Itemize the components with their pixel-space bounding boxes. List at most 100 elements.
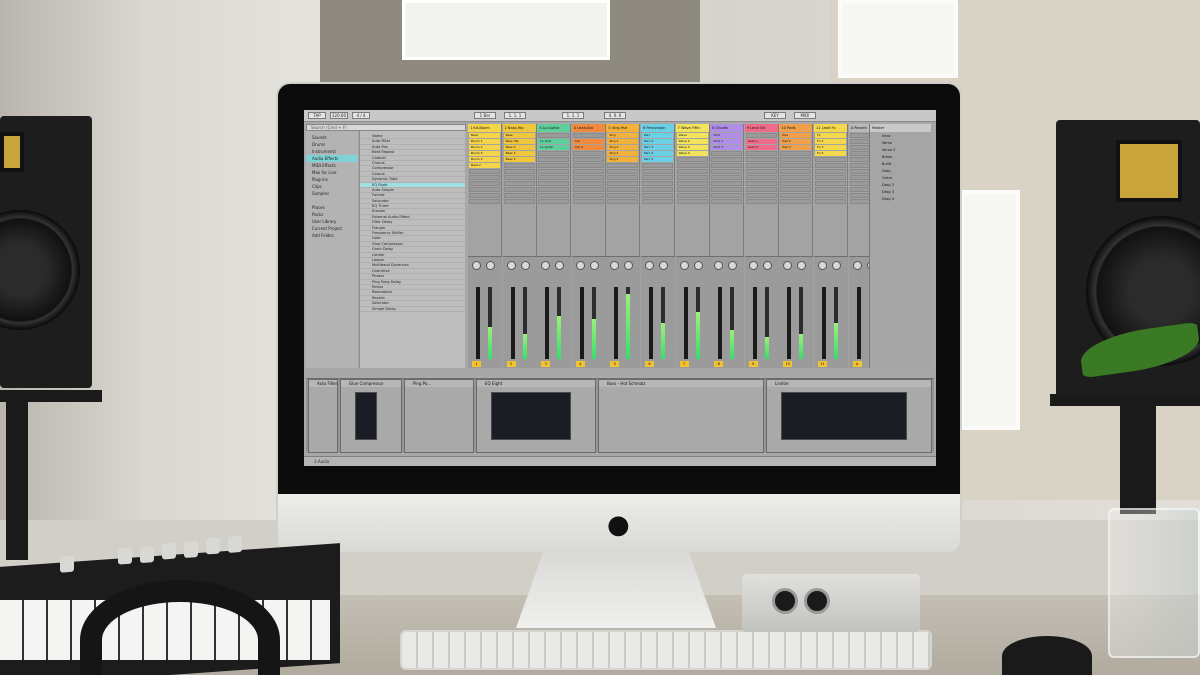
empty-clip-slot[interactable] — [572, 199, 604, 204]
volume-fader[interactable] — [683, 287, 688, 359]
empty-clip-slot[interactable] — [607, 199, 639, 204]
empty-clip-slot[interactable] — [642, 187, 673, 192]
empty-clip-slot[interactable] — [503, 181, 535, 186]
empty-clip-slot[interactable] — [780, 193, 812, 198]
send-knob[interactable] — [520, 261, 530, 270]
empty-clip-slot[interactable] — [780, 163, 812, 168]
empty-clip-slot[interactable] — [676, 175, 708, 180]
send-knob[interactable] — [659, 261, 668, 270]
clip-slot[interactable]: Pad — [780, 133, 812, 138]
clip-slot[interactable]: Bass 3 — [503, 151, 535, 156]
empty-clip-slot[interactable] — [503, 187, 535, 192]
clip-slot[interactable]: Strg 3 — [607, 145, 639, 150]
browser-category[interactable]: Drums — [306, 141, 358, 148]
send-knob[interactable] — [818, 261, 827, 270]
empty-clip-slot[interactable] — [711, 163, 743, 168]
browser-category[interactable]: Instruments — [306, 148, 358, 155]
empty-clip-slot[interactable] — [745, 199, 777, 204]
browser-category[interactable]: Clips — [306, 183, 358, 190]
empty-clip-slot[interactable] — [780, 151, 812, 156]
browser-category[interactable]: Packs — [306, 211, 358, 218]
empty-clip-slot[interactable] — [469, 181, 500, 186]
empty-clip-slot[interactable] — [711, 157, 743, 162]
track-activator-button[interactable]: 10 — [783, 361, 793, 367]
browser-file-row[interactable]: Simple Delay — [360, 307, 465, 312]
send-knob[interactable] — [472, 261, 481, 270]
device-panel[interactable]: Limiter — [766, 379, 932, 453]
track-activator-button[interactable]: 5 — [610, 361, 620, 367]
empty-clip-slot[interactable] — [607, 181, 639, 186]
browser-category[interactable]: User Library — [306, 218, 358, 225]
browser-search-input[interactable]: Search (Cmd + F) — [306, 124, 466, 131]
empty-clip-slot[interactable] — [745, 163, 777, 168]
clip-slot[interactable]: Lo Guit2 — [538, 145, 570, 150]
empty-clip-slot[interactable] — [469, 175, 500, 180]
device-panel[interactable]: Glue Compressor — [340, 379, 402, 453]
empty-clip-slot[interactable] — [745, 175, 777, 180]
empty-clip-slot[interactable] — [503, 193, 535, 198]
clip-slot[interactable]: Perc 2 — [642, 139, 673, 144]
clip-slot[interactable]: Wave — [676, 133, 708, 138]
clip-slot[interactable]: Strg — [607, 133, 639, 138]
clip-slot[interactable]: Strg 5 — [607, 157, 639, 162]
clip-slot[interactable]: Bass 4 — [503, 157, 535, 162]
clip-slot[interactable]: Chrd 2 — [711, 139, 743, 144]
clip-slot[interactable]: Perc 4 — [642, 151, 673, 156]
clip-slot[interactable]: Perc 5 — [642, 157, 673, 162]
clip-slot[interactable]: Bass Hip — [503, 139, 535, 144]
empty-clip-slot[interactable] — [815, 169, 846, 174]
send-knob[interactable] — [589, 261, 599, 270]
volume-fader[interactable] — [718, 287, 723, 359]
empty-clip-slot[interactable] — [815, 175, 846, 180]
empty-clip-slot[interactable] — [711, 151, 743, 156]
empty-clip-slot[interactable] — [607, 187, 639, 192]
track-activator-button[interactable]: 1 — [472, 361, 481, 367]
empty-clip-slot[interactable] — [642, 181, 673, 186]
volume-fader[interactable] — [649, 287, 653, 359]
empty-clip-slot[interactable] — [572, 157, 604, 162]
send-knob[interactable] — [852, 261, 862, 270]
browser-category[interactable]: Places — [306, 204, 358, 211]
empty-clip-slot[interactable] — [642, 169, 673, 174]
empty-clip-slot[interactable] — [815, 163, 846, 168]
volume-fader[interactable] — [614, 287, 619, 359]
transport-button[interactable]: 4 / 4 — [352, 112, 370, 119]
send-knob[interactable] — [714, 261, 724, 270]
clip-slot[interactable]: Beat 2 — [469, 163, 500, 168]
empty-clip-slot[interactable] — [572, 181, 604, 186]
empty-clip-slot[interactable] — [572, 169, 604, 174]
scene-launch[interactable]: Drop — [872, 168, 929, 174]
send-knob[interactable] — [610, 261, 620, 270]
clip-slot[interactable]: Lead 1 — [745, 139, 777, 144]
track-activator-button[interactable]: 11 — [818, 361, 827, 367]
scene-launch[interactable]: Drop 2 — [872, 182, 929, 188]
send-knob[interactable] — [797, 261, 807, 270]
clip-slot[interactable]: Arp 2 — [572, 145, 604, 150]
empty-clip-slot[interactable] — [572, 187, 604, 192]
scene-launch[interactable]: Drop 3 — [872, 189, 929, 195]
clip-slot[interactable]: Wave 3 — [676, 145, 708, 150]
empty-clip-slot[interactable] — [538, 181, 570, 186]
track-header[interactable]: 11 Lead Fx — [814, 124, 847, 132]
transport-button[interactable]: 1 Bar — [474, 112, 496, 119]
clip-slot[interactable]: Chrd — [711, 133, 743, 138]
clip-slot[interactable]: Bass 2 — [503, 145, 535, 150]
scene-launch[interactable]: Break — [872, 154, 929, 160]
send-knob[interactable] — [783, 261, 793, 270]
empty-clip-slot[interactable] — [538, 187, 570, 192]
empty-clip-slot[interactable] — [572, 163, 604, 168]
empty-clip-slot[interactable] — [780, 169, 812, 174]
volume-fader[interactable] — [476, 287, 480, 359]
browser-category[interactable]: Plug-ins — [306, 176, 358, 183]
empty-clip-slot[interactable] — [711, 175, 743, 180]
empty-clip-slot[interactable] — [503, 163, 535, 168]
empty-clip-slot[interactable] — [572, 175, 604, 180]
clip-slot[interactable]: Boom 2 — [469, 145, 500, 150]
scene-launch[interactable]: Intro — [872, 133, 929, 139]
empty-clip-slot[interactable] — [538, 133, 570, 138]
empty-clip-slot[interactable] — [745, 157, 777, 162]
empty-clip-slot[interactable] — [676, 193, 708, 198]
device-panel[interactable]: Bass - Hot Schmalz — [598, 379, 764, 453]
empty-clip-slot[interactable] — [711, 187, 743, 192]
empty-clip-slot[interactable] — [780, 187, 812, 192]
